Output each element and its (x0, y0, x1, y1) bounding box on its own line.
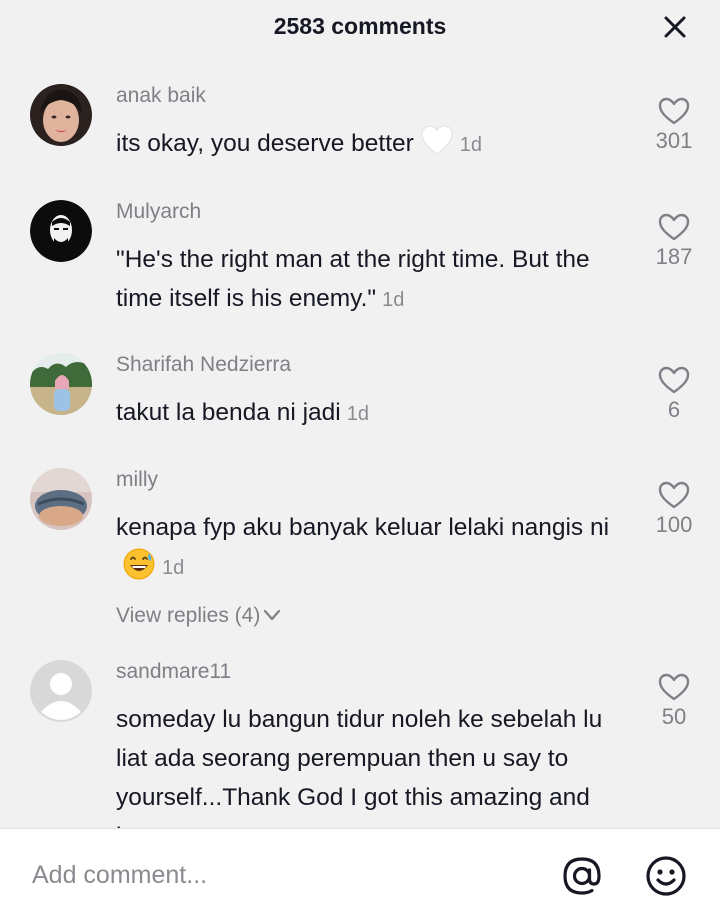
view-replies-button[interactable]: View replies (4) (116, 604, 282, 628)
like-count: 6 (667, 397, 681, 422)
comment-time: 1d (346, 403, 369, 425)
avatar[interactable] (30, 353, 92, 415)
close-icon (664, 16, 686, 38)
comments-count-title: 2583 comments (273, 13, 447, 39)
heart-outline-icon (658, 673, 690, 701)
comment-time: 1d (162, 557, 185, 579)
comment-body: takut la benda ni jadi (116, 399, 341, 426)
comment-item: Mulyarch "He's the right man at the righ… (0, 200, 720, 340)
avatar[interactable] (30, 660, 92, 722)
like-count: 100 (655, 512, 693, 537)
comments-header: 2583 comments (0, 0, 720, 54)
comment-text: its okay, you deserve better 1d (116, 124, 636, 165)
white-heart-icon (420, 124, 454, 158)
comment-username[interactable]: anak baik (116, 84, 206, 108)
comment-text: kenapa fyp aku banyak keluar lelaki nang… (116, 508, 636, 588)
comment-username[interactable]: Mulyarch (116, 200, 201, 224)
like-button[interactable]: 187 (642, 212, 706, 270)
heart-outline-icon (658, 481, 690, 509)
comment-body: kenapa fyp aku banyak keluar lelaki nang… (116, 514, 610, 541)
like-button[interactable]: 100 (642, 480, 706, 538)
like-count: 187 (655, 244, 693, 269)
comment-body: someday lu bangun tidur noleh ke sebelah… (116, 706, 603, 828)
avatar[interactable] (30, 200, 92, 262)
grinning-sweat-face-icon (122, 547, 156, 581)
heart-outline-icon (658, 97, 690, 125)
comment-item: anak baik its okay, you deserve better 1d… (0, 84, 720, 184)
avatar[interactable] (30, 468, 92, 530)
like-button[interactable]: 301 (642, 96, 706, 154)
like-button[interactable]: 50 (642, 672, 706, 730)
comment-time: 1d (459, 134, 483, 156)
comment-item: milly kenapa fyp aku banyak keluar lelak… (0, 468, 720, 644)
chevron-down-icon (264, 609, 281, 621)
comment-text: takut la benda ni jadi 1d (116, 393, 636, 434)
comment-username[interactable]: milly (116, 468, 158, 492)
comment-username[interactable]: sandmare11 (116, 660, 231, 684)
comment-body: its okay, you deserve better (116, 130, 414, 157)
heart-outline-icon (658, 213, 690, 241)
emoji-button[interactable] (645, 855, 687, 897)
smiley-icon (646, 856, 686, 896)
comment-item: sandmare11 someday lu bangun tidur noleh… (0, 660, 720, 828)
comment-username[interactable]: Sharifah Nedzierra (116, 353, 291, 377)
comment-item: Sharifah Nedzierra takut la benda ni jad… (0, 353, 720, 453)
comment-composer (0, 828, 720, 923)
comment-list[interactable]: anak baik its okay, you deserve better 1d… (0, 54, 720, 828)
like-count: 50 (661, 704, 687, 729)
comment-body: "He's the right man at the right time. B… (116, 246, 590, 312)
mention-button[interactable] (561, 855, 603, 897)
comment-text: someday lu bangun tidur noleh ke sebelah… (116, 700, 636, 828)
like-button[interactable]: 6 (642, 365, 706, 423)
avatar[interactable] (30, 84, 92, 146)
view-replies-label: View replies (4) (116, 604, 261, 627)
close-button[interactable] (662, 14, 688, 40)
like-count: 301 (655, 128, 693, 153)
comment-time: 1d (382, 289, 405, 311)
add-comment-input[interactable] (32, 857, 532, 893)
at-sign-icon (563, 857, 601, 895)
heart-outline-icon (658, 366, 690, 394)
comment-text: "He's the right man at the right time. B… (116, 240, 636, 320)
